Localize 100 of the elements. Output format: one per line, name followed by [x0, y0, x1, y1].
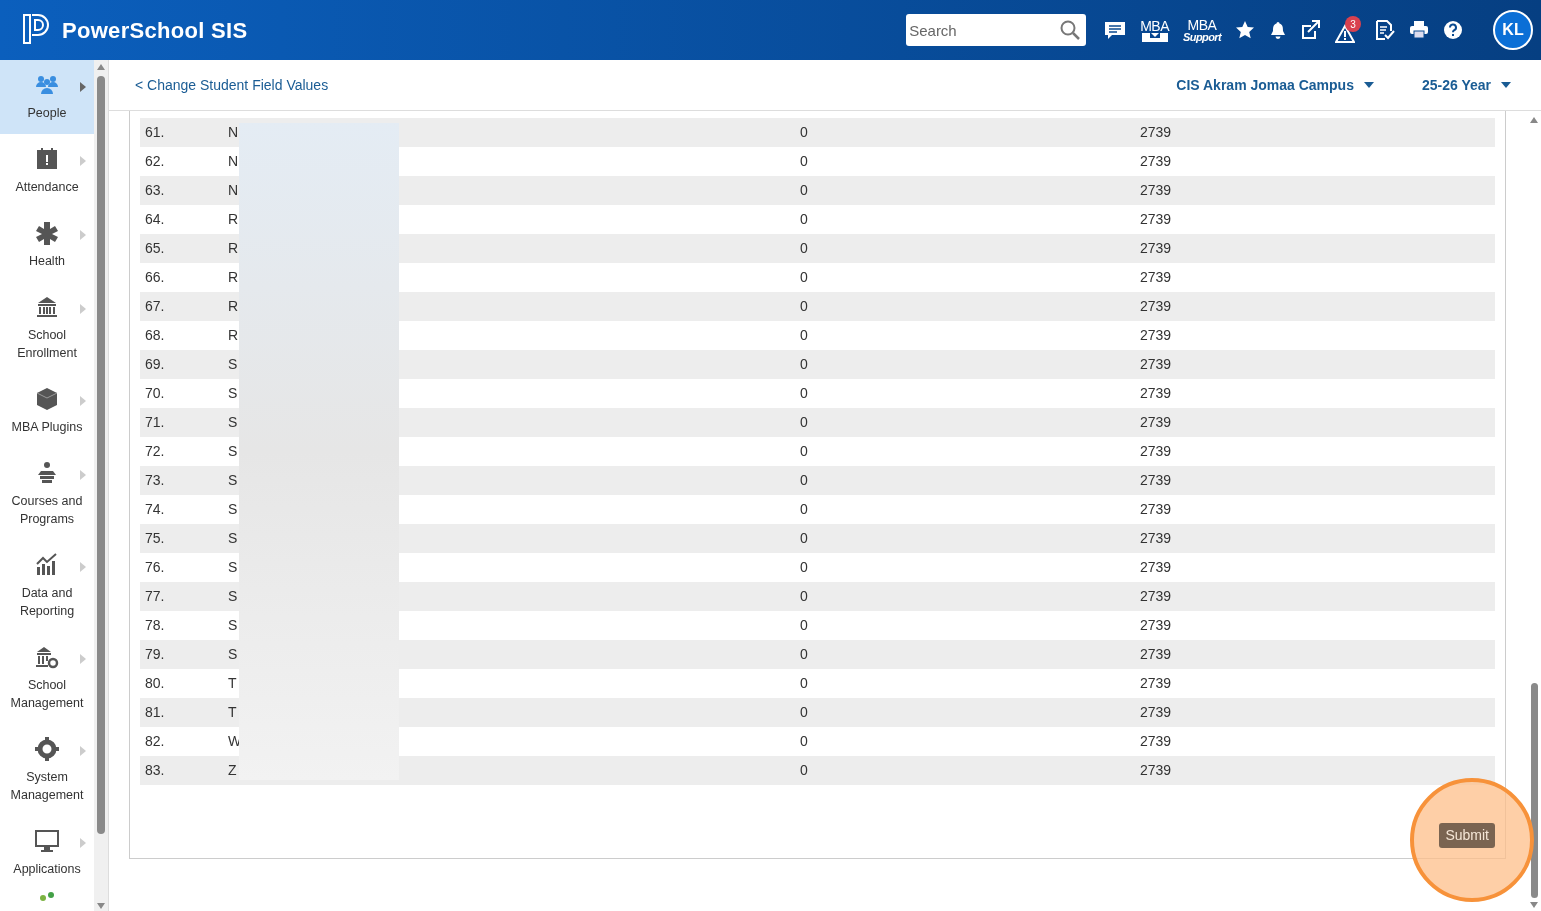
- tray-icon: [1141, 32, 1168, 42]
- table-cell-text: 2739: [1140, 355, 1172, 374]
- external-link-icon[interactable]: [1301, 20, 1321, 40]
- sidebar-label: People: [26, 105, 68, 122]
- table-cell-text: 0: [800, 587, 808, 606]
- sidebar-item[interactable]: People: [0, 60, 94, 134]
- row-number: 80.: [144, 674, 166, 693]
- scroll-up-icon[interactable]: [1530, 117, 1538, 123]
- table-cell-text: 2739: [1140, 442, 1172, 461]
- search-field[interactable]: Search: [906, 14, 1087, 46]
- table-cell-text: 0: [800, 616, 808, 635]
- table-cell-text: T: [228, 674, 237, 693]
- table-cell-text: 0: [800, 558, 808, 577]
- sidebar-label: Attendance: [14, 179, 80, 196]
- table-cell-text: 2739: [1140, 587, 1172, 606]
- table-cell-text: 0: [800, 732, 808, 751]
- scrollbar-thumb[interactable]: [97, 76, 105, 834]
- app-title: PowerSchool SIS: [62, 16, 248, 45]
- table-cell-text: N: [228, 123, 239, 142]
- message-icon[interactable]: [1104, 20, 1127, 40]
- scroll-down-icon[interactable]: [1530, 902, 1538, 908]
- cube-icon: [35, 387, 59, 411]
- chart-icon: [35, 553, 59, 577]
- table-cell-text: 2739: [1140, 384, 1172, 403]
- table-cell-text: 0: [800, 326, 808, 345]
- caret-right-icon: [80, 562, 86, 572]
- table-cell-text: 2739: [1140, 558, 1172, 577]
- row-number: 68.: [144, 326, 166, 345]
- table-cell-text: 0: [800, 123, 808, 142]
- dots-icon: [39, 892, 55, 901]
- row-number: 64.: [144, 210, 166, 229]
- medical-icon: [35, 221, 59, 245]
- table-cell-text: 2739: [1140, 500, 1172, 519]
- building-gear-icon: [35, 645, 59, 669]
- table-cell-text: 2739: [1140, 703, 1172, 722]
- row-number: 77.: [144, 587, 166, 606]
- back-link[interactable]: < Change Student Field Values: [135, 74, 329, 96]
- table-cell-text: S: [228, 587, 238, 606]
- star-icon[interactable]: [1235, 20, 1255, 40]
- sidebar-label: School Enrollment: [16, 327, 78, 362]
- row-number: 76.: [144, 558, 166, 577]
- caret-right-icon: [80, 838, 86, 848]
- mba-button[interactable]: MBA: [1140, 18, 1170, 42]
- table-cell-text: 2739: [1140, 181, 1172, 200]
- bell-icon[interactable]: [1269, 21, 1287, 39]
- row-number: 74.: [144, 500, 166, 519]
- user-avatar[interactable]: KL: [1493, 10, 1533, 50]
- caret-right-icon: [80, 230, 86, 240]
- table-cell-text: T: [228, 703, 237, 722]
- year-dropdown[interactable]: 25-26 Year: [1421, 74, 1511, 96]
- caret-right-icon: [80, 304, 86, 314]
- people-icon: [35, 73, 59, 97]
- table-cell-text: S: [228, 616, 238, 635]
- sidebar-label: Health: [27, 253, 67, 270]
- table-cell-text: 0: [800, 674, 808, 693]
- table-cell-text: 2739: [1140, 471, 1172, 490]
- row-number: 81.: [144, 703, 166, 722]
- table-cell-text: 0: [800, 442, 808, 461]
- table-cell-text: R: [228, 326, 239, 345]
- table-cell-text: 0: [800, 645, 808, 664]
- help-icon[interactable]: [1443, 20, 1463, 40]
- mba-support-button[interactable]: MBA Support: [1183, 17, 1221, 43]
- submit-button[interactable]: Submit: [1439, 823, 1495, 848]
- table-cell-text: 0: [800, 152, 808, 171]
- row-number: 63.: [144, 181, 166, 200]
- printer-icon[interactable]: [1409, 20, 1429, 40]
- calendar-icon: [35, 147, 59, 171]
- scroll-down-icon[interactable]: [97, 903, 105, 909]
- caret-right-icon: [80, 654, 86, 664]
- table-cell-text: 0: [800, 239, 808, 258]
- table-cell-text: N: [228, 152, 239, 171]
- table-cell-text: 0: [800, 181, 808, 200]
- caret-right-icon: [80, 470, 86, 480]
- table-cell-text: N: [228, 181, 239, 200]
- document-check-icon[interactable]: [1375, 20, 1395, 40]
- scrollbar-thumb[interactable]: [1530, 683, 1538, 898]
- table-cell-text: 2739: [1140, 529, 1172, 548]
- table-cell-text: Z: [228, 761, 237, 780]
- search-icon[interactable]: [1060, 20, 1081, 40]
- row-number: 82.: [144, 732, 166, 751]
- caret-right-icon: [80, 156, 86, 166]
- row-number: 71.: [144, 413, 166, 432]
- table-cell-text: 0: [800, 413, 808, 432]
- row-number: 83.: [144, 761, 166, 780]
- table-cell-text: R: [228, 239, 239, 258]
- table-cell-text: 2739: [1140, 297, 1172, 316]
- row-number: 61.: [144, 123, 166, 142]
- table-cell-text: 2739: [1140, 239, 1172, 258]
- table-cell-text: S: [228, 413, 238, 432]
- table-cell-text: S: [228, 471, 238, 490]
- table-cell-text: R: [228, 297, 239, 316]
- scroll-up-icon[interactable]: [97, 64, 105, 70]
- school-dropdown[interactable]: CIS Akram Jomaa Campus: [1176, 74, 1374, 96]
- table-cell-text: 0: [800, 761, 808, 780]
- table-cell-text: S: [228, 442, 238, 461]
- alert-button[interactable]: 3: [1335, 16, 1361, 44]
- sidebar-scrollbar[interactable]: [94, 60, 109, 911]
- table-cell-text: S: [228, 558, 238, 577]
- table-cell-text: 0: [800, 703, 808, 722]
- table-cell-text: S: [228, 529, 238, 548]
